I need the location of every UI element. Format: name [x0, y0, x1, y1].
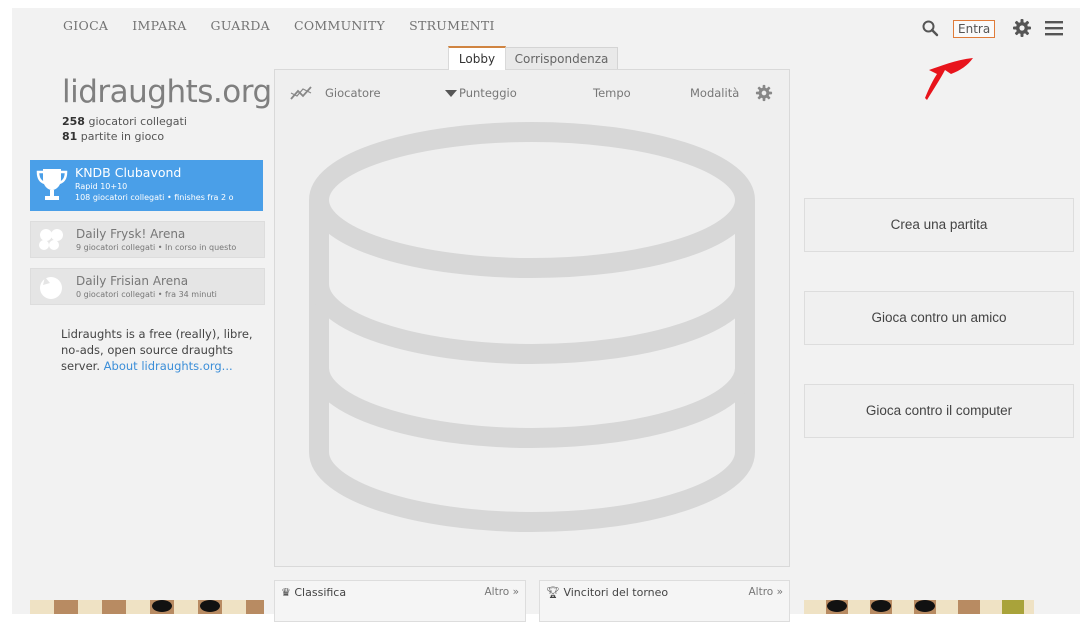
winners-title[interactable]: Vincitori del torneo	[563, 586, 668, 599]
frysk-pieces-icon	[39, 229, 63, 250]
tournament-item[interactable]: Daily Frisian Arena 0 giocatori collegat…	[30, 268, 265, 305]
tournament-name: Daily Frisian Arena	[76, 274, 189, 288]
nav-gioca[interactable]: GIOCA	[63, 18, 108, 33]
board-preview-left[interactable]	[30, 600, 264, 614]
tournament-winners-box: 🏆︎ Vincitori del torneo Altro »	[539, 580, 790, 622]
frisian-piece-icon	[40, 277, 62, 299]
games-count: 81	[62, 130, 78, 143]
search-icon[interactable]	[921, 19, 939, 37]
site-stats: 258 giocatori collegati 81 partite in gi…	[62, 114, 187, 144]
winners-more-link[interactable]: Altro »	[749, 586, 784, 598]
play-friend-button[interactable]: Gioca contro un amico	[804, 291, 1074, 345]
trophy-small-icon: 🏆︎	[546, 586, 560, 599]
annotation-arrow-icon	[925, 58, 973, 100]
login-button[interactable]: Entra	[953, 20, 996, 38]
gear-icon[interactable]	[1012, 18, 1032, 38]
leaderboard-more-link[interactable]: Altro »	[485, 586, 520, 598]
about-link[interactable]: About lidraughts.org...	[104, 359, 233, 373]
board-preview-right[interactable]	[804, 600, 1034, 614]
play-computer-button[interactable]: Gioca contro il computer	[804, 384, 1074, 438]
tournament-info: 108 giocatori collegati • finishes fra 2…	[75, 193, 234, 202]
chart-toggle-icon[interactable]	[289, 84, 313, 102]
leaderboard-box: ♛ Classifica Altro »	[274, 580, 526, 622]
create-game-button[interactable]: Crea una partita	[804, 198, 1074, 252]
tournament-item-featured[interactable]: KNDB Clubavond Rapid 10+10 108 giocatori…	[30, 160, 263, 211]
tab-correspondence[interactable]: Corrispondenza	[505, 47, 618, 71]
menu-icon[interactable]	[1044, 19, 1064, 37]
nav-impara[interactable]: IMPARA	[132, 18, 186, 33]
filter-gear-icon[interactable]	[755, 84, 773, 102]
tournament-name: KNDB Clubavond	[75, 165, 182, 180]
lobby-header: Giocatore Punteggio Tempo Modalità	[275, 84, 789, 104]
tournament-info: 0 giocatori collegati • fra 34 minuti	[76, 290, 217, 299]
winners-header: 🏆︎ Vincitori del torneo Altro »	[546, 586, 783, 599]
lobby-panel: Giocatore Punteggio Tempo Modalità	[274, 69, 790, 567]
players-count: 258	[62, 115, 85, 128]
empty-lobby-stack-icon	[309, 122, 755, 533]
nav-community[interactable]: COMMUNITY	[294, 18, 385, 33]
trophy-icon	[36, 169, 68, 200]
top-navigation: GIOCA IMPARA GUARDA COMMUNITY STRUMENTI	[63, 18, 495, 33]
games-label: partite in gioco	[77, 130, 165, 143]
leaderboard-header: ♛ Classifica Altro »	[281, 586, 519, 599]
sort-down-icon	[445, 90, 457, 97]
about-text: Lidraughts is a free (really), libre, no…	[61, 326, 261, 374]
column-mode[interactable]: Modalità	[690, 86, 739, 100]
column-player[interactable]: Giocatore	[325, 86, 381, 100]
site-logo[interactable]: lidraughts.org	[62, 74, 272, 110]
tournament-info: 9 giocatori collegati • In corso in ques…	[76, 243, 237, 252]
crown-icon: ♛	[281, 586, 291, 599]
tournament-speed: Rapid 10+10	[75, 182, 128, 191]
column-rating[interactable]: Punteggio	[459, 86, 517, 100]
tournament-item[interactable]: Daily Frysk! Arena 9 giocatori collegati…	[30, 221, 265, 258]
tab-lobby[interactable]: Lobby	[448, 46, 506, 70]
nav-guarda[interactable]: GUARDA	[211, 18, 270, 33]
leaderboard-title[interactable]: Classifica	[294, 586, 346, 599]
players-label: giocatori collegati	[84, 115, 187, 128]
column-time[interactable]: Tempo	[593, 86, 631, 100]
nav-strumenti[interactable]: STRUMENTI	[409, 18, 495, 33]
tournament-name: Daily Frysk! Arena	[76, 227, 186, 241]
